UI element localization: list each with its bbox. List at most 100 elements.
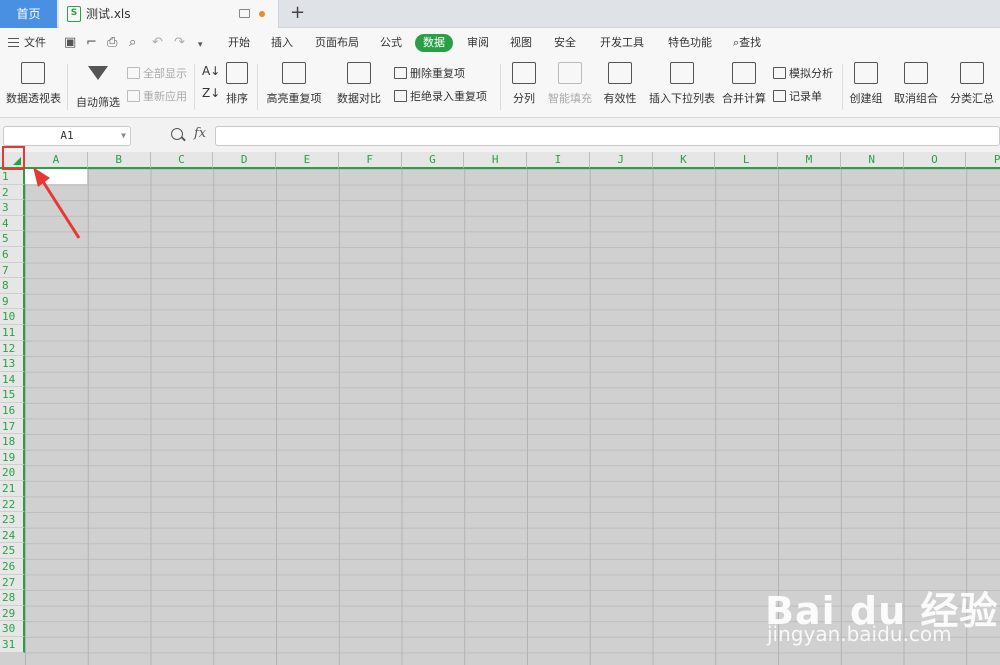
menu-review[interactable]: 审阅 [467, 35, 489, 51]
ungroup-label: 取消组合 [894, 92, 938, 105]
row-header-6[interactable]: 6 [0, 247, 25, 263]
new-tab-plus-icon[interactable]: + [290, 3, 305, 23]
menu-data[interactable]: 数据 [415, 34, 453, 52]
subtotal-button[interactable]: 分类汇总 [948, 62, 996, 106]
column-header-l[interactable]: L [715, 152, 778, 169]
split-columns-button[interactable]: 分列 [508, 62, 540, 106]
row-header-11[interactable]: 11 [0, 325, 25, 341]
menu-page-layout[interactable]: 页面布局 [315, 35, 359, 51]
sort-button[interactable]: 排序 [222, 62, 252, 106]
ungroup-button[interactable]: 取消组合 [890, 62, 942, 106]
menu-file[interactable]: 文件 [24, 35, 46, 51]
row-header-29[interactable]: 29 [0, 605, 25, 622]
row-header-8[interactable]: 8 [0, 278, 25, 294]
undo-icon[interactable]: ↶ [152, 36, 163, 50]
column-header-g[interactable]: G [401, 152, 465, 169]
name-box[interactable]: A1 ▼ [3, 126, 131, 146]
row-header-19[interactable]: 19 [0, 449, 25, 466]
column-header-k[interactable]: K [652, 152, 716, 169]
function-icon[interactable]: fx [194, 126, 206, 141]
row-header-2[interactable]: 2 [0, 184, 25, 201]
row-header-18[interactable]: 18 [0, 434, 25, 450]
row-header-16[interactable]: 16 [0, 403, 25, 419]
chevron-down-icon[interactable]: ▼ [121, 127, 126, 145]
create-group-button[interactable]: 创建组 [848, 62, 884, 106]
active-cell-a1[interactable] [25, 169, 87, 184]
menu-developer[interactable]: 开发工具 [600, 35, 644, 51]
column-header-c[interactable]: C [150, 152, 214, 169]
menu-features[interactable]: 特色功能 [668, 35, 712, 51]
row-header-22[interactable]: 22 [0, 496, 25, 513]
autofilter-button[interactable]: 自动筛选 [76, 62, 120, 110]
insert-dropdown-button[interactable]: 插入下拉列表 [649, 62, 715, 106]
smart-fill-button[interactable]: 智能填充 [547, 62, 593, 106]
reject-duplicates-button[interactable]: 拒绝录入重复项 [394, 88, 487, 104]
column-header-h[interactable]: H [464, 152, 527, 169]
column-header-p[interactable]: P [966, 152, 1000, 169]
row-header-1[interactable]: 1 [0, 169, 25, 185]
remove-duplicates-button[interactable]: 删除重复项 [394, 65, 465, 81]
validity-button[interactable]: 有效性 [599, 62, 641, 106]
row-header-28[interactable]: 28 [0, 590, 25, 606]
what-if-button[interactable]: 模拟分析 [773, 65, 833, 81]
sort-ascending-icon[interactable]: A↓ [202, 64, 220, 78]
show-all-button[interactable]: 全部显示 [127, 65, 187, 81]
column-header-f[interactable]: F [338, 152, 402, 169]
row-header-10[interactable]: 10 [0, 309, 25, 325]
pivot-table-button[interactable]: 数据透视表 [6, 62, 61, 106]
monitor-icon[interactable] [239, 9, 250, 18]
hamburger-icon[interactable] [8, 38, 19, 47]
row-header-12[interactable]: 12 [0, 340, 25, 357]
column-header-o[interactable]: O [903, 152, 967, 169]
save-icon[interactable]: ▣ [64, 36, 76, 50]
highlight-duplicates-button[interactable]: 高亮重复项 [263, 62, 325, 106]
record-form-label: 记录单 [789, 90, 822, 103]
row-header-30[interactable]: 30 [0, 621, 25, 637]
menu-view[interactable]: 视图 [510, 35, 532, 51]
print-preview-icon[interactable]: ⌕ [129, 36, 136, 50]
redo-icon[interactable]: ↷ [174, 36, 185, 50]
row-header-15[interactable]: 15 [0, 387, 25, 403]
tab-document[interactable]: S 测试.xls [59, 0, 279, 28]
row-header-7[interactable]: 7 [0, 262, 25, 279]
column-header-a[interactable]: A [25, 152, 88, 169]
record-form-button[interactable]: 记录单 [773, 88, 822, 104]
column-header-d[interactable]: D [213, 152, 276, 169]
menu-formula[interactable]: 公式 [380, 35, 402, 51]
data-compare-button[interactable]: 数据对比 [333, 62, 385, 106]
column-header-n[interactable]: N [840, 152, 904, 169]
row-header-26[interactable]: 26 [0, 559, 25, 575]
row-header-3[interactable]: 3 [0, 200, 25, 216]
column-header-e[interactable]: E [276, 152, 339, 169]
format-painter-icon[interactable]: ⌐ [86, 36, 97, 50]
row-header-31[interactable]: 31 [0, 637, 25, 653]
column-header-b[interactable]: B [87, 152, 151, 169]
row-header-20[interactable]: 20 [0, 465, 25, 481]
row-header-5[interactable]: 5 [0, 231, 25, 247]
formula-input[interactable] [215, 126, 1000, 146]
column-header-j[interactable]: J [589, 152, 653, 169]
quick-access-dropdown-icon[interactable]: ▾ [198, 38, 203, 52]
menu-insert[interactable]: 插入 [271, 35, 293, 51]
tab-home[interactable]: 首页 [0, 0, 57, 28]
row-header-9[interactable]: 9 [0, 293, 25, 310]
column-header-i[interactable]: I [527, 152, 590, 169]
menu-security[interactable]: 安全 [554, 35, 576, 51]
row-header-14[interactable]: 14 [0, 371, 25, 388]
print-icon[interactable]: ⎙ [107, 36, 117, 50]
consolidate-button[interactable]: 合并计算 [721, 62, 767, 106]
zoom-icon[interactable] [171, 128, 183, 140]
sort-descending-icon[interactable]: Z↓ [202, 86, 220, 100]
column-header-m[interactable]: M [778, 152, 841, 169]
row-header-13[interactable]: 13 [0, 356, 25, 372]
row-header-4[interactable]: 4 [0, 215, 25, 232]
row-header-21[interactable]: 21 [0, 481, 25, 497]
menu-search[interactable]: ⌕查找 [733, 35, 761, 51]
row-header-24[interactable]: 24 [0, 527, 25, 544]
row-header-23[interactable]: 23 [0, 512, 25, 528]
menu-home[interactable]: 开始 [228, 35, 250, 51]
row-header-17[interactable]: 17 [0, 418, 25, 435]
row-header-25[interactable]: 25 [0, 543, 25, 559]
reapply-button[interactable]: 重新应用 [127, 88, 187, 104]
row-header-27[interactable]: 27 [0, 574, 25, 591]
